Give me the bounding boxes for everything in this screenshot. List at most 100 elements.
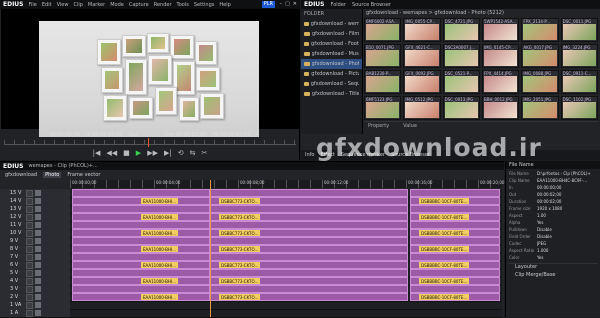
media-thumbnail[interactable]: BAB1230-P... — [364, 70, 402, 94]
timeline-clip[interactable]: DSBBC773-CKTO... — [210, 293, 408, 301]
timeline-clip[interactable] — [72, 189, 210, 197]
track-sync-icon[interactable] — [35, 286, 41, 292]
media-thumbnail[interactable]: DSC_0911-C... — [560, 70, 598, 94]
timeline-clip[interactable]: EAA11000-BHI... — [72, 277, 210, 285]
player-playhead[interactable] — [148, 138, 149, 147]
browser-tab-source[interactable]: Source Browser — [352, 2, 391, 8]
timeline-clip[interactable] — [210, 269, 408, 277]
track-toggle-icon[interactable] — [26, 277, 33, 285]
menu-render[interactable]: Render — [154, 2, 172, 8]
track-toggle-icon[interactable] — [26, 293, 33, 301]
folder-item-selected[interactable]: gfxdownload - Photo — [301, 59, 362, 69]
preview-viewer[interactable] — [1, 9, 299, 137]
timeline-clip[interactable] — [210, 205, 408, 213]
timeline-clip[interactable] — [210, 237, 408, 245]
loop-icon[interactable]: ⟲ — [178, 149, 184, 157]
timeline-clip[interactable] — [410, 189, 500, 197]
media-thumbnail[interactable]: AKG_0017.JPG — [521, 44, 559, 68]
media-thumbnail[interactable]: IMG_0088.JPG — [521, 70, 559, 94]
menu-view[interactable]: View — [57, 2, 69, 8]
timeline-clip[interactable] — [72, 269, 210, 277]
folder-item[interactable]: gfxdownload - Music — [301, 49, 362, 59]
track-sync-icon[interactable] — [35, 262, 41, 268]
track-toggle-icon[interactable] — [26, 261, 33, 269]
timeline-clip[interactable]: EAA11000-BHI... — [72, 293, 210, 301]
track-toggle-icon[interactable] — [26, 229, 33, 237]
timeline-clip[interactable]: DSBBC773-CKTO... — [210, 277, 408, 285]
timeline-clip[interactable]: DSBBBBC-10CF-80TE... — [410, 229, 500, 237]
timeline-cursor[interactable] — [210, 180, 211, 317]
layer-item[interactable]: Clip Merge/Base — [509, 272, 598, 280]
track-sync-icon[interactable] — [35, 254, 41, 260]
track-sync-icon[interactable] — [35, 310, 41, 316]
folder-item[interactable]: gfxdownload - Film — [301, 29, 362, 39]
play-icon[interactable]: ▶ — [136, 149, 141, 157]
media-thumbnail[interactable]: IMG_3224.JPG — [560, 44, 598, 68]
timeline-clip[interactable]: EAA11000-BHI... — [72, 213, 210, 221]
folder-item[interactable]: gfxdownload - Title — [301, 89, 362, 99]
rewind-icon[interactable]: ◀◀ — [106, 149, 117, 157]
folder-item[interactable]: gfxdownload - Footage — [301, 39, 362, 49]
go-start-icon[interactable]: |◀ — [93, 149, 101, 157]
media-thumbnail[interactable]: 6MF5123.JPG — [364, 96, 402, 120]
timeline-clip[interactable] — [210, 285, 408, 293]
track-sync-icon[interactable] — [35, 230, 41, 236]
media-thumbnail[interactable]: FPX_2134-P... — [521, 18, 559, 42]
timeline-clip[interactable] — [410, 285, 500, 293]
track-sync-icon[interactable] — [35, 214, 41, 220]
media-thumbnail[interactable]: DSC_0011.JPG — [560, 18, 598, 42]
timeline-clip[interactable]: EAA11000-BHI... — [72, 245, 210, 253]
cut-icon[interactable]: ✂ — [201, 149, 207, 157]
media-thumbnail[interactable]: GFX_4621-C... — [403, 44, 441, 68]
timeline-clip[interactable] — [410, 253, 500, 261]
media-thumbnail[interactable]: IMG_2051.JPG — [521, 96, 559, 120]
track-sync-icon[interactable] — [35, 222, 41, 228]
timeline-clip[interactable]: DSBBC773-CKTO... — [210, 213, 408, 221]
media-thumbnail[interactable]: DSC_0013.JPG — [442, 96, 480, 120]
timeline-clip[interactable]: DSBBC773-CKTO... — [210, 229, 408, 237]
tab-info[interactable]: Info — [305, 152, 314, 158]
menu-capture[interactable]: Capture — [129, 2, 149, 8]
track-toggle-icon[interactable] — [26, 269, 33, 277]
menu-edit[interactable]: Edit — [42, 2, 52, 8]
track-sync-icon[interactable] — [35, 294, 41, 300]
timeline-clip[interactable] — [210, 189, 408, 197]
timeline-clip[interactable]: DSBBC773-CKTO... — [210, 197, 408, 205]
media-thumbnail[interactable]: FPX_4414.JPG — [481, 70, 520, 94]
track-toggle-icon[interactable] — [26, 285, 33, 293]
tab-sequence[interactable]: gfxdownload — [3, 172, 39, 178]
timeline-clip[interactable]: EAA11000-BHI... — [72, 197, 210, 205]
media-thumbnail[interactable]: DSC2A0007.J... — [442, 44, 480, 68]
timeline-clip[interactable] — [72, 237, 210, 245]
track-sync-icon[interactable] — [35, 270, 41, 276]
timeline-clip[interactable] — [210, 221, 408, 229]
media-thumbnail[interactable]: BBH_0012.JPG — [481, 96, 520, 120]
media-thumbnail[interactable]: IMG_0512.JPG — [403, 96, 441, 120]
folder-item[interactable]: gfxdownload - Sequence — [301, 79, 362, 89]
timeline-clip[interactable] — [410, 205, 500, 213]
timeline-clip[interactable]: DSBBBBC-10CF-80TE... — [410, 245, 500, 253]
menu-marker[interactable]: Marker — [88, 2, 105, 8]
fast-forward-icon[interactable]: ▶▶ — [147, 149, 158, 157]
timeline-clip[interactable]: DSBBBBC-10CF-80TE... — [410, 261, 500, 269]
timeline-clip[interactable]: DSBBBBC-10CF-80TE... — [410, 197, 500, 205]
track-toggle-icon[interactable] — [26, 301, 33, 309]
match-frame-icon[interactable]: ⇆ — [190, 149, 196, 157]
media-thumbnail[interactable]: DSC_0521-P... — [442, 70, 480, 94]
track-toggle-icon[interactable] — [26, 197, 33, 205]
menu-file[interactable]: File — [29, 2, 37, 8]
media-thumbnail[interactable]: DSC_4721.JPG — [442, 18, 480, 42]
player-position-bar[interactable] — [4, 140, 296, 145]
timeline-clip[interactable]: DSBBC773-CKTO... — [210, 245, 408, 253]
media-thumbnail[interactable]: IMG_0145-CP... — [481, 44, 520, 68]
track-toggle-icon[interactable] — [26, 237, 33, 245]
stop-icon[interactable]: ■ — [123, 149, 130, 157]
timeline-clip[interactable] — [410, 269, 500, 277]
track-sync-icon[interactable] — [35, 190, 41, 196]
media-thumbnail[interactable]: 6MF6002-ASA... — [364, 18, 402, 42]
track-toggle-icon[interactable] — [26, 205, 33, 213]
timeline-clip[interactable] — [72, 221, 210, 229]
folder-item[interactable]: gfxdownload - wemapes — [301, 19, 362, 29]
track-toggle-icon[interactable] — [26, 309, 33, 317]
maximize-icon[interactable]: □ — [285, 1, 290, 7]
